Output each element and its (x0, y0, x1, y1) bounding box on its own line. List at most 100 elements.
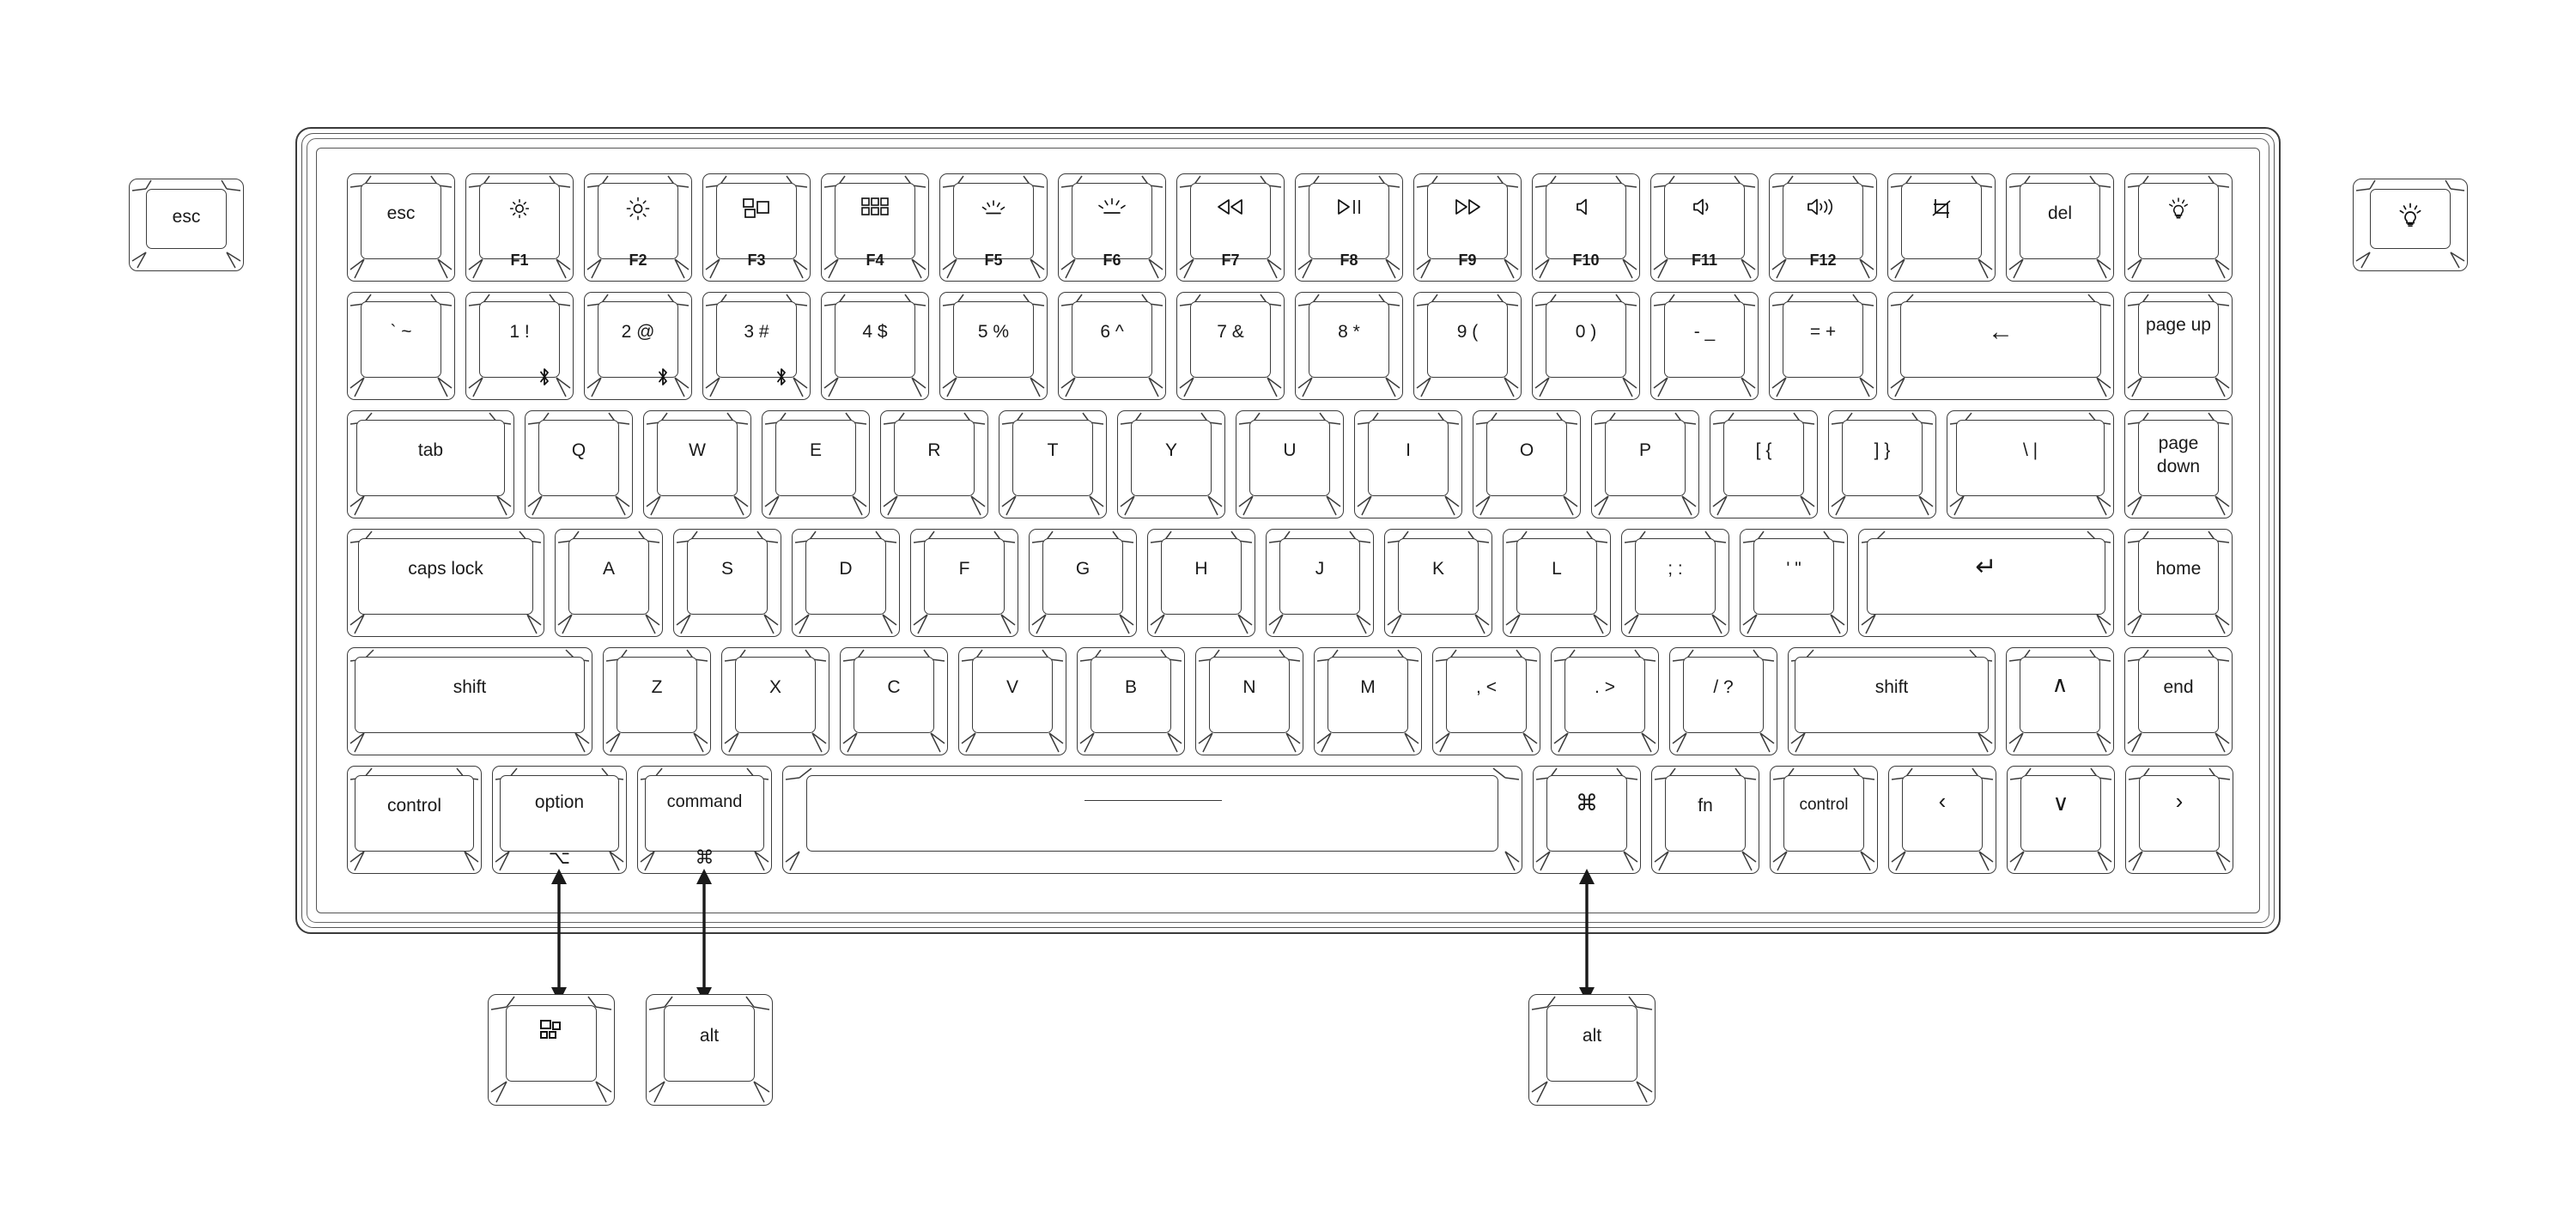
key-f6[interactable]: F6 (1058, 173, 1166, 282)
key-arrow-up[interactable]: ∧ (2006, 647, 2114, 755)
key-6[interactable]: 6 ^ (1058, 292, 1166, 400)
key-label: X (769, 677, 781, 697)
key-f4[interactable]: F4 (821, 173, 929, 282)
key-command-left[interactable]: command ⌘ (637, 766, 772, 874)
key-f3[interactable]: F3 (702, 173, 811, 282)
key-label: page up (2146, 315, 2211, 335)
key-j[interactable]: J (1266, 529, 1374, 637)
key-arrow-down[interactable]: ∨ (2007, 766, 2115, 874)
key-label: del (2047, 203, 2073, 223)
key-w[interactable]: W (643, 410, 751, 518)
key-f9[interactable]: F9 (1413, 173, 1522, 282)
key-spacebar[interactable] (782, 766, 1522, 874)
key-quote[interactable]: ' " (1740, 529, 1848, 637)
key-4[interactable]: 4 $ (821, 292, 929, 400)
key-8[interactable]: 8 * (1295, 292, 1403, 400)
key-1[interactable]: 1 ! (465, 292, 574, 400)
key-bracket-left[interactable]: [ { (1710, 410, 1818, 518)
key-label: , < (1476, 677, 1497, 697)
key-l[interactable]: L (1503, 529, 1611, 637)
key-esc[interactable]: esc (347, 173, 455, 282)
alt-keycap-windows[interactable] (488, 994, 615, 1106)
key-f11[interactable]: F11 (1650, 173, 1759, 282)
key-f7[interactable]: F7 (1176, 173, 1285, 282)
key-backlight[interactable] (2124, 173, 2233, 282)
key-delete[interactable]: del (2006, 173, 2114, 282)
key-backtick[interactable]: ` ~ (347, 292, 455, 400)
key-shift-left[interactable]: shift (347, 647, 592, 755)
key-u[interactable]: U (1236, 410, 1344, 518)
key-x[interactable]: X (721, 647, 829, 755)
key-page-up[interactable]: page up (2124, 292, 2233, 400)
key-5[interactable]: 5 % (939, 292, 1048, 400)
key-fn-label: F4 (866, 252, 884, 269)
key-e[interactable]: E (762, 410, 870, 518)
key-arrow-left[interactable]: ‹ (1888, 766, 1996, 874)
key-f2[interactable]: F2 (584, 173, 692, 282)
key-backslash[interactable]: \ | (1947, 410, 2114, 518)
key-fn[interactable]: fn (1651, 766, 1759, 874)
key-minus[interactable]: - _ (1650, 292, 1759, 400)
standalone-backlight-keycap[interactable] (2353, 179, 2468, 271)
key-t[interactable]: T (999, 410, 1107, 518)
key-f[interactable]: F (910, 529, 1018, 637)
key-2[interactable]: 2 @ (584, 292, 692, 400)
key-end[interactable]: end (2124, 647, 2233, 755)
standalone-esc-keycap[interactable]: esc (129, 179, 244, 271)
key-screenshot[interactable] (1887, 173, 1996, 282)
key-command-right[interactable]: ⌘ (1533, 766, 1641, 874)
key-f5[interactable]: F5 (939, 173, 1048, 282)
key-enter[interactable]: ↵ (1858, 529, 2114, 637)
key-label: 9 ( (1456, 322, 1479, 342)
key-control-right[interactable]: control (1770, 766, 1878, 874)
key-s[interactable]: S (673, 529, 781, 637)
key-label: 0 ) (1575, 322, 1597, 342)
key-m[interactable]: M (1314, 647, 1422, 755)
key-c[interactable]: C (840, 647, 948, 755)
key-semicolon[interactable]: ; : (1621, 529, 1729, 637)
key-slash[interactable]: / ? (1669, 647, 1777, 755)
key-9[interactable]: 9 ( (1413, 292, 1522, 400)
key-bracket-right[interactable]: ] } (1828, 410, 1936, 518)
key-caps-lock[interactable]: caps lock (347, 529, 544, 637)
key-f12[interactable]: F12 (1769, 173, 1877, 282)
key-f10[interactable]: F10 (1532, 173, 1640, 282)
fast-forward-icon (1413, 197, 1522, 221)
key-n[interactable]: N (1195, 647, 1303, 755)
key-option-left[interactable]: option ⌥ (492, 766, 627, 874)
key-shift-right[interactable]: shift (1788, 647, 1996, 755)
key-b[interactable]: B (1077, 647, 1185, 755)
key-label: J (1315, 559, 1325, 579)
key-home[interactable]: home (2124, 529, 2233, 637)
key-z[interactable]: Z (603, 647, 711, 755)
key-f8[interactable]: F8 (1295, 173, 1403, 282)
key-i[interactable]: I (1354, 410, 1462, 518)
key-fn-label: F11 (1691, 252, 1718, 269)
key-f1[interactable]: F1 (465, 173, 574, 282)
alt-keycap-alt-left[interactable]: alt (646, 994, 773, 1106)
key-period[interactable]: . > (1551, 647, 1659, 755)
key-g[interactable]: G (1029, 529, 1137, 637)
key-o[interactable]: O (1473, 410, 1581, 518)
key-control-left[interactable]: control (347, 766, 482, 874)
key-d[interactable]: D (792, 529, 900, 637)
key-v[interactable]: V (958, 647, 1066, 755)
key-equal[interactable]: = + (1769, 292, 1877, 400)
key-tab[interactable]: tab (347, 410, 514, 518)
key-page-down[interactable]: page down (2124, 410, 2233, 518)
alt-keycap-alt-right[interactable]: alt (1528, 994, 1656, 1106)
key-q[interactable]: Q (525, 410, 633, 518)
key-h[interactable]: H (1147, 529, 1255, 637)
key-k[interactable]: K (1384, 529, 1492, 637)
key-r[interactable]: R (880, 410, 988, 518)
key-y[interactable]: Y (1117, 410, 1225, 518)
key-comma[interactable]: , < (1432, 647, 1540, 755)
key-3[interactable]: 3 # (702, 292, 811, 400)
key-backspace[interactable]: ← (1887, 292, 2114, 400)
key-a[interactable]: A (555, 529, 663, 637)
backlight-up-icon (1058, 197, 1166, 222)
key-p[interactable]: P (1591, 410, 1699, 518)
key-7[interactable]: 7 & (1176, 292, 1285, 400)
key-0[interactable]: 0 ) (1532, 292, 1640, 400)
key-arrow-right[interactable]: › (2125, 766, 2233, 874)
